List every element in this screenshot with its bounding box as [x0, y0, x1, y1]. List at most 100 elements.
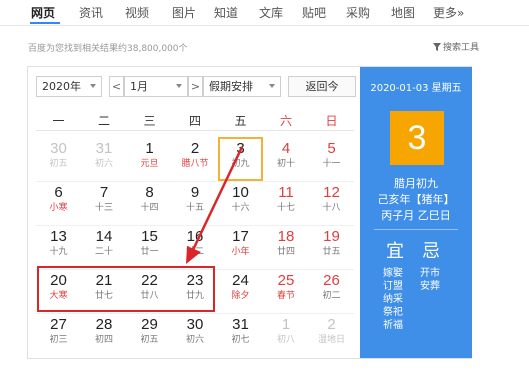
year-select-value: 2020年	[42, 80, 81, 93]
day-cell[interactable]: 1 初八	[264, 313, 309, 357]
lunar-label: 廿五	[322, 247, 341, 257]
tab-wenku[interactable]: 文库	[259, 4, 283, 21]
day-cell[interactable]: 28 初四	[82, 313, 127, 357]
weekday-label: 日	[325, 114, 338, 128]
day-number: 15	[141, 228, 158, 245]
day-cell[interactable]: 15 廿一	[127, 225, 172, 269]
weekday-label: 五	[234, 114, 247, 128]
day-cell[interactable]: 27 初三	[36, 313, 81, 357]
lunar-label: 除夕	[231, 291, 250, 301]
selected-day-number: 3	[390, 111, 444, 165]
holiday-select[interactable]: 假期安排	[203, 76, 281, 97]
day-cell[interactable]: 18 廿四	[264, 225, 309, 269]
day-cell[interactable]: 7 十三	[82, 181, 127, 225]
day-detail-panel: 2020-01-03 星期五 3 腊月初九 己亥年【猪年】 丙子月 乙巳日 宜 …	[360, 67, 472, 358]
day-cell[interactable]: 8 十四	[127, 181, 172, 225]
year-select[interactable]: 2020年	[36, 76, 102, 97]
day-number: 18	[277, 228, 295, 245]
day-number: 28	[95, 316, 113, 333]
day-cell[interactable]: 12 十八	[309, 181, 354, 225]
tab-web[interactable]: 网页	[31, 4, 55, 21]
day-cell[interactable]: 25 春节	[264, 269, 309, 313]
lunar-label: 廿一	[140, 247, 159, 257]
lunar-label: 初十	[276, 159, 295, 169]
day-cell[interactable]: 6 小寒	[36, 181, 81, 225]
search-tools-label: 搜索工具	[442, 43, 479, 53]
day-cell[interactable]: 26 初二	[309, 269, 354, 313]
day-cell[interactable]: 19 廿五	[309, 225, 354, 269]
chevron-down-icon	[176, 84, 182, 88]
day-number: 24	[232, 272, 249, 289]
chevron-down-icon	[269, 84, 275, 88]
holiday-select-value: 假期安排	[209, 80, 253, 93]
day-number: 31	[232, 316, 249, 333]
tab-news[interactable]: 资讯	[79, 4, 103, 21]
day-cell[interactable]: 29 初五	[127, 313, 172, 357]
weekday-label: 一	[52, 114, 65, 128]
filter-icon	[432, 43, 441, 51]
day-number: 31	[95, 140, 113, 157]
day-cell[interactable]: 16 廿二	[173, 225, 218, 269]
day-cell[interactable]: 24 除夕	[218, 269, 263, 313]
day-cell[interactable]: 9 十五	[173, 181, 218, 225]
day-cell[interactable]: 5 十一	[309, 137, 354, 181]
day-cell[interactable]: 14 二十	[82, 225, 127, 269]
day-number: 10	[232, 184, 249, 201]
calendar-widget: 2020年 < 1月 > 假期安排 返回今 一二三四五六日 30 初五 31 初六 1 元…	[27, 66, 472, 359]
day-number: 13	[50, 228, 67, 245]
day-number: 19	[323, 228, 340, 245]
day-number: 17	[232, 228, 249, 245]
day-cell[interactable]: 30 初六	[173, 313, 218, 357]
day-number: 14	[95, 228, 113, 245]
yi-heading: 宜	[386, 241, 404, 262]
day-number: 29	[141, 316, 158, 333]
day-cell[interactable]: 17 小年	[218, 225, 263, 269]
day-number: 1	[145, 140, 154, 157]
lunar-label: 春节	[276, 291, 295, 301]
lunar-label: 十一	[322, 159, 341, 169]
lunar-label: 十九	[49, 247, 68, 257]
lunar-label: 小年	[231, 247, 250, 257]
tab-tieba[interactable]: 贴吧	[302, 4, 326, 21]
prev-month-button[interactable]: <	[109, 76, 124, 97]
search-tools-button[interactable]: 搜索工具	[432, 40, 479, 53]
lunar-label: 十七	[276, 203, 295, 213]
weekday-label: 四	[188, 114, 201, 128]
result-count: 百度为您找到相关结果约38,800,000个	[28, 44, 188, 54]
day-number: 16	[186, 228, 204, 245]
tabs-divider	[0, 25, 529, 26]
day-cell[interactable]: 10 十六	[218, 181, 263, 225]
day-cell[interactable]: 3 初九	[218, 137, 263, 181]
day-cell[interactable]: 13 十九	[36, 225, 81, 269]
panel-divider	[374, 229, 458, 230]
day-number: 7	[99, 184, 109, 201]
day-cell[interactable]: 11 十七	[264, 181, 309, 225]
month-select[interactable]: 1月	[124, 76, 188, 97]
day-cell[interactable]: 31 初六	[82, 137, 127, 181]
day-cell[interactable]: 2 腊八节	[173, 137, 218, 181]
day-number: 25	[277, 272, 295, 289]
day-cell[interactable]: 1 元旦	[127, 137, 172, 181]
day-cell[interactable]: 4 初十	[264, 137, 309, 181]
day-cell[interactable]: 31 初七	[218, 313, 263, 357]
tab-video[interactable]: 视频	[125, 4, 149, 21]
lunar-label: 廿二	[185, 247, 204, 257]
tab-images[interactable]: 图片	[172, 4, 196, 21]
day-cell[interactable]: 30 初五	[36, 137, 81, 181]
tab-zhidao[interactable]: 知道	[214, 4, 238, 21]
lunar-label: 初七	[231, 335, 250, 345]
annotation-highlight-box	[37, 266, 215, 312]
day-number: 5	[327, 140, 336, 157]
tab-map[interactable]: 地图	[391, 4, 415, 21]
day-number: 6	[54, 184, 63, 201]
weekday-header: 一二三四五六日	[36, 109, 354, 131]
day-number: 9	[190, 184, 200, 201]
day-number: 8	[145, 184, 154, 201]
back-to-today-button[interactable]: 返回今	[288, 76, 356, 97]
tab-more[interactable]: 更多»	[433, 4, 464, 21]
day-number: 3	[236, 140, 245, 157]
tab-purchase[interactable]: 采购	[346, 4, 370, 21]
ji-item: 安葬	[420, 281, 440, 292]
next-month-button[interactable]: >	[188, 76, 203, 97]
day-cell[interactable]: 2 湿地日	[309, 313, 354, 357]
